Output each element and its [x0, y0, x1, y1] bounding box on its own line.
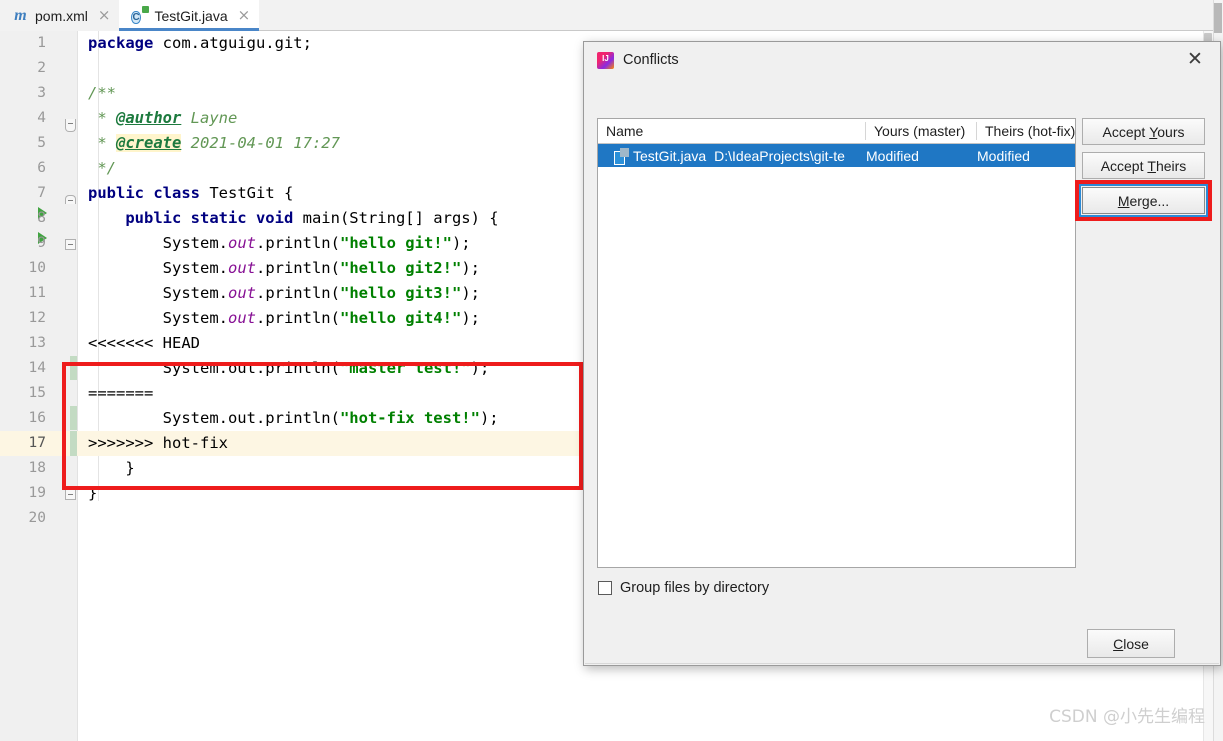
code-token: @create [116, 134, 182, 152]
conflict-file-path: D:\IdeaProjects\git-te [714, 147, 845, 164]
tab-close-icon[interactable]: × [98, 8, 111, 23]
code-token: "hot-fix test!" [339, 409, 480, 427]
code-token: out [227, 284, 256, 302]
tab-pom-xml[interactable]: m pom.xml × [0, 0, 120, 31]
code-token: out [227, 309, 256, 327]
accept-theirs-button[interactable]: Accept Theirs [1082, 152, 1205, 179]
code-token: ); [479, 409, 499, 427]
accept-theirs-label: Accept Theirs [1100, 157, 1187, 174]
maven-icon: m [14, 7, 27, 24]
code-token: System. [88, 259, 228, 277]
table-row[interactable]: TestGit.java D:\IdeaProjects\git-te Modi… [598, 144, 1075, 167]
code-token: package [88, 34, 163, 52]
app-window: m pom.xml × C TestGit.java × 1 package c… [0, 0, 1223, 741]
table-header-row: Name Yours (master) Theirs (hot-fix) [598, 119, 1075, 144]
close-button[interactable]: Close [1087, 629, 1175, 658]
code-token: */ [88, 159, 116, 177]
checkbox-icon[interactable] [598, 581, 612, 595]
dialog-title: Conflicts [623, 52, 679, 68]
column-header-yours[interactable]: Yours (master) [866, 119, 977, 143]
close-button-label: Close [1113, 635, 1149, 652]
code-token: out [227, 259, 256, 277]
code-token: .println( [255, 259, 340, 277]
group-files-checkbox-row[interactable]: Group files by directory [598, 580, 769, 596]
code-token: * [88, 134, 116, 152]
tab-close-icon[interactable]: × [238, 8, 251, 23]
close-icon[interactable]: ✕ [1184, 49, 1206, 71]
code-token: * [88, 109, 116, 127]
code-token: >>>>>>> hot-fix [88, 434, 228, 452]
code-token: "hello git3!" [339, 284, 462, 302]
code-token: /** [88, 84, 116, 102]
code-token: out [227, 234, 256, 252]
code-token: System. [88, 284, 228, 302]
code-token: "hello git2!" [339, 259, 462, 277]
intellij-idea-icon [597, 51, 614, 69]
code-token: System. [88, 309, 228, 327]
java-class-icon: C [131, 11, 141, 24]
code-token: } [88, 459, 135, 477]
accept-yours-button[interactable]: Accept Yours [1082, 118, 1205, 145]
code-token: .println( [255, 309, 340, 327]
tab-label: pom.xml [35, 7, 88, 24]
code-token: public class [88, 184, 210, 202]
code-token: ======= [88, 384, 154, 402]
merge-button[interactable]: Merge... [1079, 184, 1208, 217]
accept-yours-label: Accept Yours [1102, 123, 1185, 140]
editor-tab-bar: m pom.xml × C TestGit.java × [0, 0, 1223, 31]
code-token: System.out.println( [88, 359, 340, 377]
conflict-file-name: TestGit.java [633, 147, 707, 164]
code-token: } [88, 484, 98, 502]
code-token: com.atguigu.git; [162, 34, 312, 52]
code-token: System.out.println( [88, 409, 340, 427]
code-token: ); [461, 284, 480, 302]
conflicts-dialog: Conflicts ✕ Merging branch hot-fix into … [583, 41, 1221, 666]
code-token: "hello git!" [339, 234, 452, 252]
window-scrollbar-thumb[interactable] [1214, 3, 1222, 33]
code-token: System. [88, 234, 228, 252]
code-token: 2021-04-01 17:27 [181, 134, 340, 152]
code-token: ); [461, 309, 480, 327]
tab-label: TestGit.java [154, 7, 228, 24]
group-files-label: Group files by directory [620, 580, 770, 596]
code-token: ); [470, 359, 490, 377]
dialog-footer-divider [585, 663, 1219, 664]
conflicts-table[interactable]: Name Yours (master) Theirs (hot-fix) Tes… [597, 118, 1076, 568]
table-empty-area[interactable] [598, 167, 1075, 567]
column-header-name[interactable]: Name [598, 119, 866, 143]
code-token: .println( [255, 284, 340, 302]
code-token: ); [461, 259, 480, 277]
code-token: main(String[] args) { [302, 209, 499, 227]
code-token: ); [451, 234, 471, 252]
watermark: CSDN @小先生编程 [1049, 707, 1205, 727]
code-token: public static void [125, 209, 303, 227]
yours-status: Modified [866, 147, 919, 164]
code-token: .println( [255, 234, 340, 252]
code-token: Layne [181, 109, 238, 127]
theirs-status: Modified [977, 147, 1030, 164]
java-file-icon [614, 148, 629, 165]
code-token: <<<<<<< HEAD [88, 334, 200, 352]
code-token: TestGit { [209, 184, 294, 202]
dialog-title-bar: Conflicts [584, 42, 1220, 78]
merge-label: Merge... [1117, 192, 1170, 209]
tab-testgit-java[interactable]: C TestGit.java × [119, 0, 260, 31]
code-token: @author [116, 109, 182, 127]
code-token: "master test!" [339, 359, 471, 377]
column-header-theirs[interactable]: Theirs (hot-fix) [977, 119, 1077, 143]
code-token: "hello git4!" [339, 309, 462, 327]
